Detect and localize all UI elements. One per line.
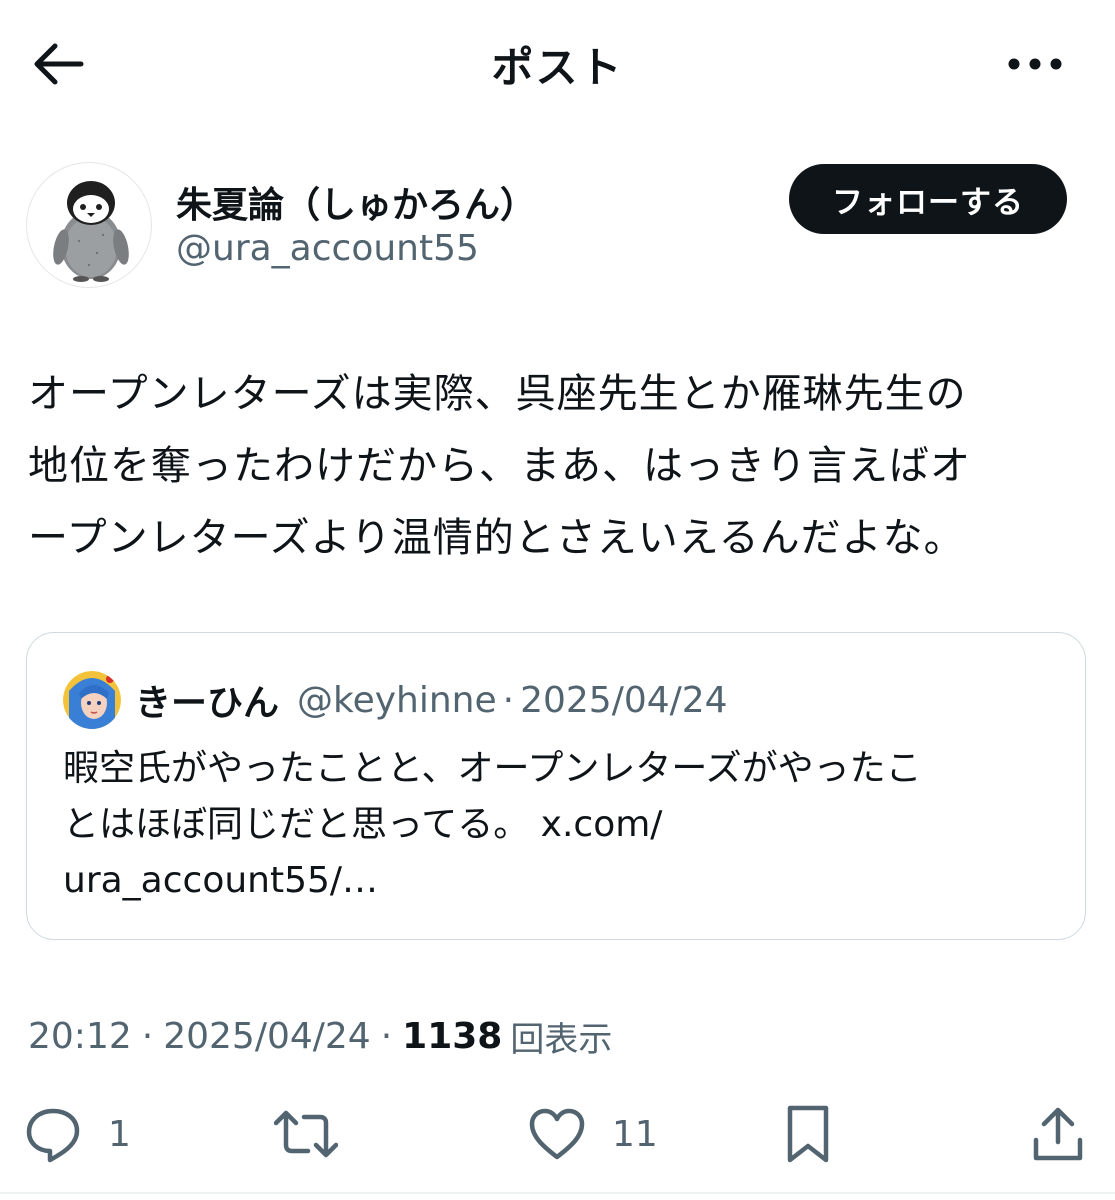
reply-icon	[26, 1108, 80, 1163]
author-handle[interactable]: @ura_account55	[176, 228, 479, 269]
bookmark-icon	[787, 1105, 829, 1163]
more-options-button[interactable]	[998, 38, 1072, 90]
reply-count: 1	[108, 1113, 131, 1155]
like-count: 11	[612, 1113, 658, 1155]
quote-body: 暇空氏がやったことと、オープンレターズがやったこ とはほぼ同じだと思ってる。	[63, 748, 922, 845]
meta-separator: ·	[380, 1015, 393, 1057]
share-icon	[1033, 1107, 1083, 1161]
penguin-avatar-icon	[53, 181, 129, 282]
quote-header: きーひん @keyhinne · 2025/04/24	[135, 671, 728, 729]
reply-button[interactable]: 1	[24, 1096, 131, 1172]
author-display-name[interactable]: 朱夏論（しゅかろん）	[176, 176, 536, 228]
follow-button[interactable]: フォローする	[789, 164, 1067, 234]
quote-author-avatar[interactable]	[63, 671, 121, 729]
divider	[0, 1192, 1115, 1194]
share-button[interactable]	[1032, 1096, 1084, 1172]
like-button[interactable]: 11	[528, 1096, 658, 1172]
quote-tweet-card[interactable]: きーひん @keyhinne · 2025/04/24 暇空氏がやったことと、オ…	[26, 632, 1086, 940]
ellipsis-icon	[1008, 58, 1062, 70]
post-meta: 20:12 · 2025/04/24 · 1138 回表示	[28, 1010, 612, 1062]
meta-separator: ·	[141, 1015, 154, 1057]
quote-handle[interactable]: @keyhinne	[297, 680, 497, 721]
quote-display-name[interactable]: きーひん	[135, 674, 279, 726]
action-bar: 1 11	[0, 1096, 1115, 1172]
post-time[interactable]: 20:12	[28, 1016, 132, 1057]
quote-separator: ·	[502, 679, 515, 721]
page-title: ポスト	[491, 43, 624, 92]
quote-date[interactable]: 2025/04/24	[520, 680, 728, 721]
quote-text: 暇空氏がやったことと、オープンレターズがやったこ とはほぼ同じだと思ってる。 x…	[63, 741, 1053, 909]
views-count: 1138	[402, 1015, 503, 1057]
top-app-bar: ポスト	[0, 0, 1115, 128]
anime-character-avatar-icon	[63, 671, 121, 729]
retweet-icon	[274, 1110, 338, 1158]
post-date[interactable]: 2025/04/24	[163, 1016, 371, 1057]
post-text: オープンレターズは実際、呉座先生とか雁琳先生の 地位を奪ったわけだから、まあ、は…	[28, 371, 971, 561]
bookmark-button[interactable]	[786, 1096, 830, 1172]
retweet-button[interactable]	[274, 1096, 364, 1172]
views-label: 回表示	[510, 1019, 613, 1060]
author-avatar[interactable]	[26, 162, 152, 288]
heart-icon	[529, 1108, 585, 1160]
